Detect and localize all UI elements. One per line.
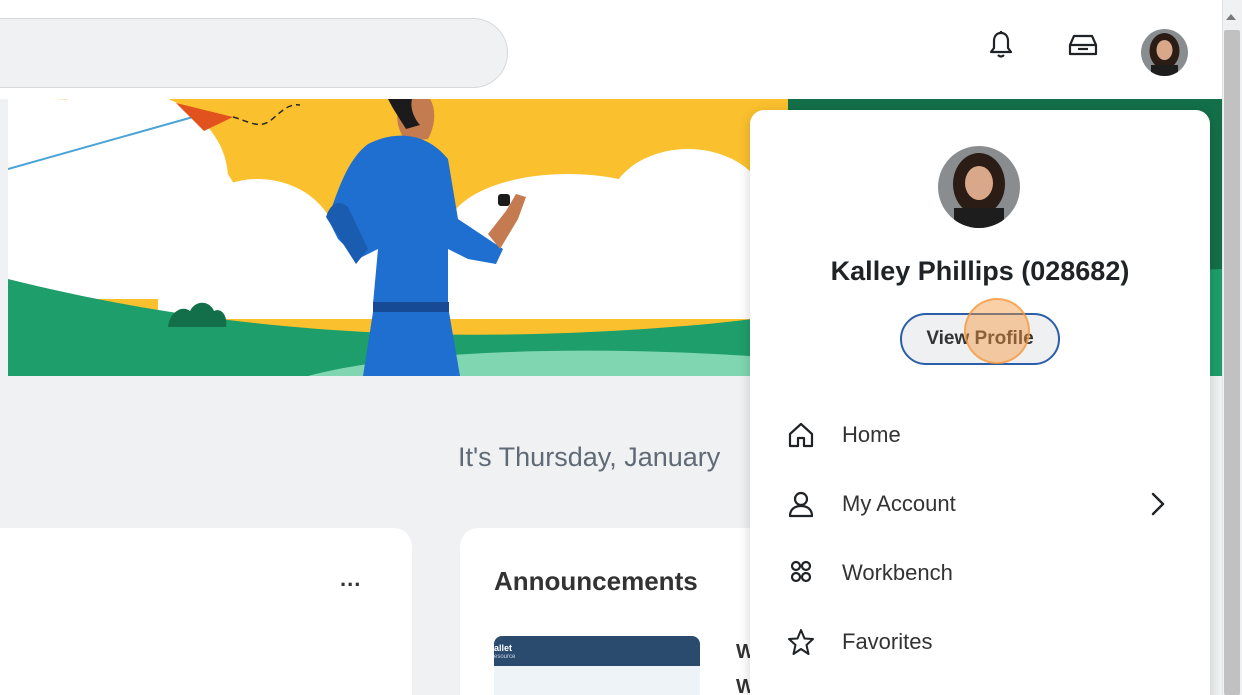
menu-label-my-account: My Account — [842, 491, 956, 516]
home-icon — [786, 420, 816, 450]
profile-avatar — [938, 146, 1020, 228]
menu-item-favorites[interactable]: Favorites — [750, 617, 1210, 667]
bell-icon[interactable] — [986, 30, 1016, 60]
menu-item-workbench[interactable]: Workbench — [750, 548, 1210, 598]
people-group-icon — [786, 558, 816, 588]
app-page: It's Thursday, January ... Announcements… — [0, 0, 1242, 695]
announcement-thumbnail[interactable]: allet esource — [494, 636, 700, 695]
view-profile-button[interactable]: View Profile — [900, 313, 1060, 365]
thumbnail-lower-panel — [494, 666, 700, 695]
thumbnail-brand-text: allet — [494, 643, 513, 653]
chevron-right-icon — [1146, 489, 1170, 519]
menu-label-favorites: Favorites — [842, 629, 933, 654]
announcements-title: Announcements — [494, 566, 698, 596]
user-icon — [786, 489, 816, 519]
dashboard-card — [0, 528, 412, 695]
inbox-icon[interactable] — [1068, 30, 1098, 60]
scrollbar-thumb[interactable] — [1224, 30, 1240, 695]
menu-label-workbench: Workbench — [842, 560, 953, 585]
thumbnail-sub-text: esource — [494, 654, 516, 660]
scroll-up-arrow-icon[interactable] — [1226, 14, 1236, 20]
card-more-button[interactable]: ... — [340, 566, 361, 592]
user-avatar[interactable] — [1141, 29, 1188, 76]
profile-user-name: Kalley Phillips (028682) — [830, 256, 1130, 286]
greeting-text: It's Thursday, January — [458, 442, 721, 472]
top-header — [0, 0, 1222, 99]
menu-item-my-account[interactable]: My Account — [750, 479, 1210, 529]
menu-item-home[interactable]: Home — [750, 410, 1210, 460]
menu-label-home: Home — [842, 422, 901, 447]
search-input[interactable] — [0, 18, 508, 88]
star-icon — [786, 627, 816, 657]
